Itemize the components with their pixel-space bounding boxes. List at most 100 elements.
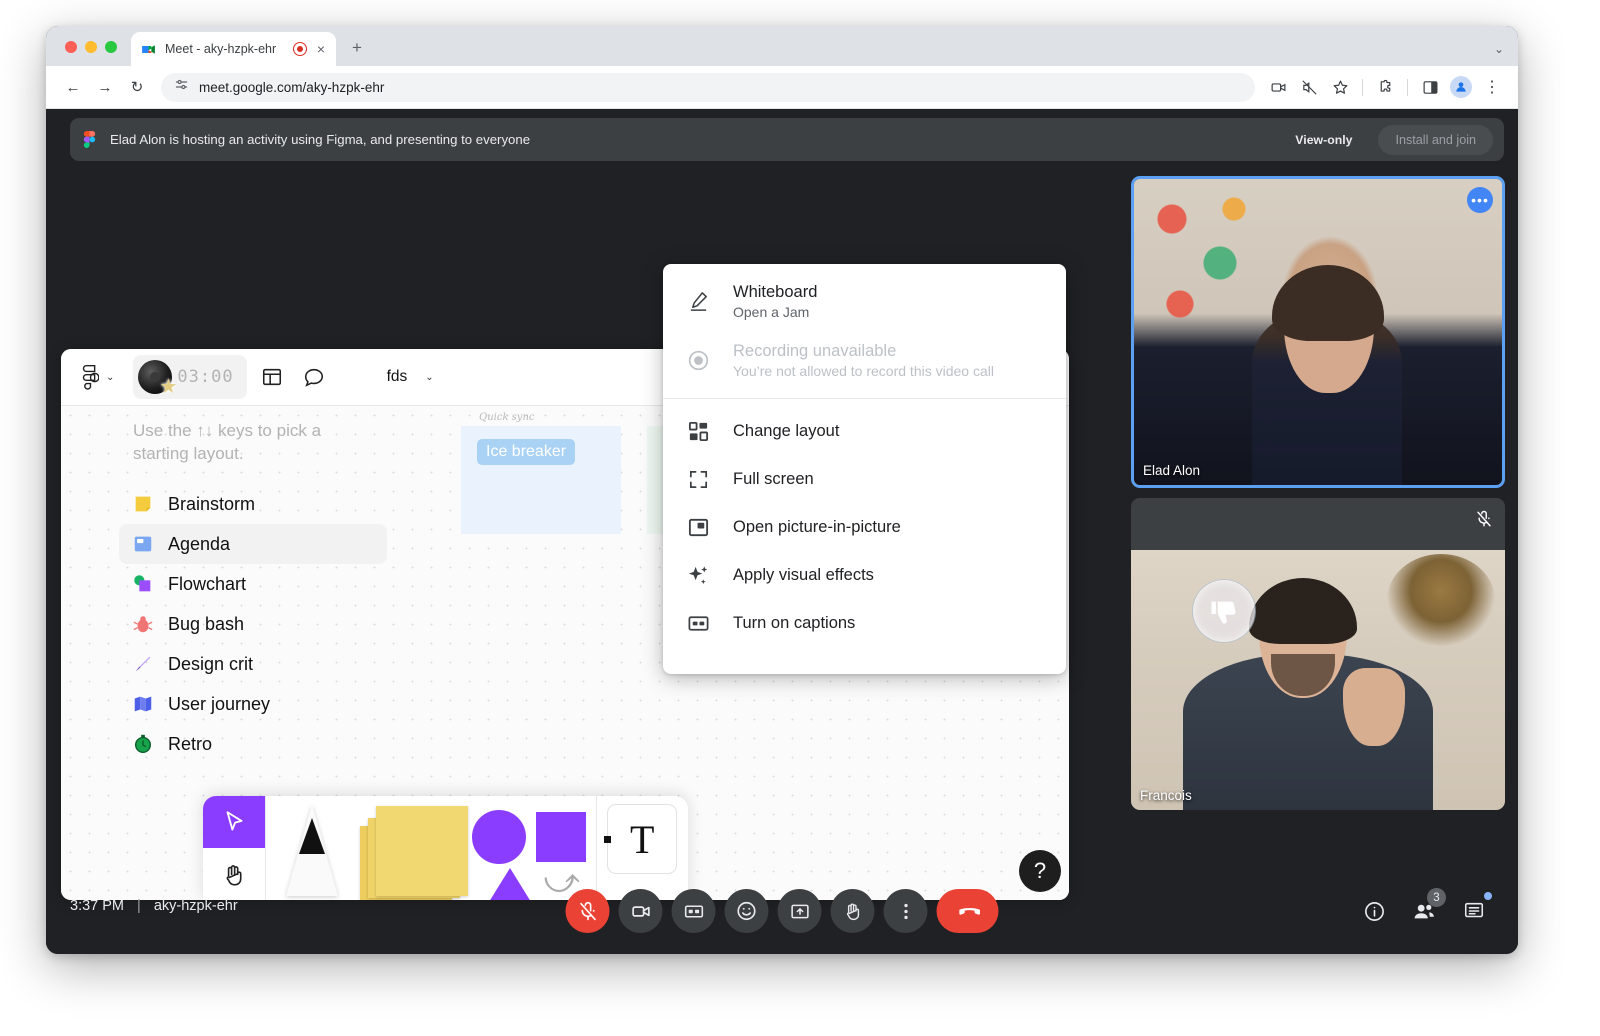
browser-tab-strip: Meet - aky-hzpk-ehr × + ⌄: [46, 26, 1518, 66]
menu-item-title: Full screen: [733, 469, 814, 488]
browser-tab[interactable]: Meet - aky-hzpk-ehr ×: [131, 32, 336, 66]
frame-chip-label: Ice breaker: [477, 439, 576, 465]
menu-item-title: Open picture-in-picture: [733, 517, 901, 536]
camera-icon[interactable]: [1264, 73, 1292, 101]
toolbar-divider-2: [1407, 78, 1408, 96]
toolbar-divider: [1362, 78, 1363, 96]
close-tab-button[interactable]: ×: [315, 42, 327, 56]
minimize-window-button[interactable]: [85, 41, 97, 53]
layout-item-label: Agenda: [168, 533, 231, 554]
menu-item-text: Recording unavailable You’re not allowed…: [733, 342, 994, 379]
layout-item-label: Brainstorm: [168, 493, 256, 514]
figma-file-name[interactable]: fds: [387, 368, 408, 386]
people-button[interactable]: 3: [1402, 888, 1446, 933]
more-menu-icon[interactable]: ⋮: [1478, 73, 1506, 101]
forward-button[interactable]: →: [90, 72, 120, 102]
agenda-board-icon: [132, 533, 154, 555]
menu-item-whiteboard[interactable]: Whiteboard Open a Jam: [663, 272, 1066, 331]
layout-item-agenda[interactable]: Agenda: [119, 524, 387, 564]
new-tab-button[interactable]: +: [346, 38, 368, 58]
video-tile-elad-alon[interactable]: ••• Elad Alon: [1131, 176, 1505, 488]
chat-button[interactable]: [1452, 889, 1496, 933]
layout-item-label: Bug bash: [168, 613, 245, 634]
address-bar[interactable]: meet.google.com/aky-hzpk-ehr: [161, 72, 1255, 102]
layout-item-brainstorm[interactable]: Brainstorm: [119, 484, 387, 524]
side-panel-icon[interactable]: [1416, 73, 1444, 101]
layout-hint-text: Use the ↑↓ keys to pick a starting layou…: [133, 421, 322, 463]
picture-in-picture-icon: [685, 514, 711, 540]
pencil-icon: [685, 289, 711, 315]
menu-item-text: Whiteboard Open a Jam: [733, 283, 817, 320]
bookmark-star-icon[interactable]: [1326, 73, 1354, 101]
call-controls: [565, 889, 999, 933]
menu-item-title: Change layout: [733, 421, 840, 440]
layout-grid-icon[interactable]: [255, 360, 289, 394]
chat-notification-dot: [1484, 892, 1492, 900]
camera-button[interactable]: [618, 889, 663, 933]
sticky-note-icon: [132, 493, 154, 515]
back-button[interactable]: ←: [58, 72, 88, 102]
raise-hand-button[interactable]: [830, 889, 875, 933]
layout-item-flowchart[interactable]: Flowchart: [119, 564, 387, 604]
move-cursor-tool[interactable]: [203, 796, 265, 848]
chevron-down-icon[interactable]: ⌄: [1494, 42, 1504, 56]
more-options-button[interactable]: [883, 889, 928, 933]
menu-item-visual-effects[interactable]: Apply visual effects: [663, 551, 1066, 599]
sparkle-icon: [685, 562, 711, 588]
address-bar-url: meet.google.com/aky-hzpk-ehr: [199, 79, 385, 95]
meet-more-options-menu: Whiteboard Open a Jam Recording unavaila…: [663, 264, 1066, 674]
layout-item-design-crit[interactable]: Design crit: [119, 644, 387, 684]
layout-item-label: User journey: [168, 693, 271, 714]
menu-item-full-screen[interactable]: Full screen: [663, 455, 1066, 503]
comment-bubble-icon[interactable]: [297, 360, 331, 394]
browser-window: Meet - aky-hzpk-ehr × + ⌄ ← → ↻ meet.goo…: [46, 26, 1518, 954]
end-call-button[interactable]: [936, 889, 999, 933]
flowchart-shapes-icon: [132, 573, 154, 595]
activity-banner-text: Elad Alon is hosting an activity using F…: [110, 132, 531, 147]
emoji-reactions-button[interactable]: [724, 889, 769, 933]
microphone-muted-button[interactable]: [565, 889, 610, 933]
participant-hair: [1249, 578, 1357, 644]
layout-item-user-journey[interactable]: User journey: [119, 684, 387, 724]
text-tool[interactable]: T: [597, 796, 689, 874]
menu-item-title: Turn on captions: [733, 613, 856, 632]
mute-site-icon[interactable]: [1295, 73, 1323, 101]
layout-item-label: Retro: [168, 733, 213, 754]
recording-icon: [292, 42, 307, 56]
tune-icon[interactable]: [174, 77, 189, 97]
figma-timer-widget[interactable]: ★ 03:00: [133, 355, 247, 399]
layout-item-retro[interactable]: Retro: [119, 724, 387, 764]
tile-more-options-button[interactable]: •••: [1467, 187, 1493, 213]
window-traffic-lights[interactable]: [46, 41, 117, 66]
participant-name: Francois: [1140, 788, 1192, 803]
record-icon: [685, 348, 711, 374]
video-tile-francois[interactable]: Francois: [1131, 498, 1505, 810]
close-window-button[interactable]: [65, 41, 77, 53]
bug-icon: [132, 613, 154, 635]
install-and-join-button[interactable]: Install and join: [1378, 124, 1493, 155]
menu-item-picture-in-picture[interactable]: Open picture-in-picture: [663, 503, 1066, 551]
present-screen-button[interactable]: [777, 889, 822, 933]
reload-button[interactable]: ↻: [122, 72, 152, 102]
stopwatch-icon: [132, 733, 154, 755]
meeting-details-button[interactable]: [1352, 889, 1396, 933]
layout-item-bug-bash[interactable]: Bug bash: [119, 604, 387, 644]
meeting-code: aky-hzpk-ehr: [153, 898, 238, 914]
extensions-icon[interactable]: [1371, 73, 1399, 101]
menu-item-title: Recording unavailable: [733, 342, 897, 360]
browser-toolbar-icons: ⋮: [1264, 73, 1506, 101]
maximize-window-button[interactable]: [105, 41, 117, 53]
menu-item-captions[interactable]: Turn on captions: [663, 599, 1066, 647]
layout-item-label: Flowchart: [168, 573, 247, 594]
figma-menu-button[interactable]: ⌄: [77, 364, 119, 390]
file-name-chevron-icon[interactable]: ⌄: [425, 372, 433, 383]
participant-hand: [1343, 668, 1405, 746]
menu-item-subtitle: Open a Jam: [733, 304, 810, 320]
captions-button[interactable]: [671, 889, 716, 933]
map-icon: [132, 693, 154, 715]
profile-avatar-icon[interactable]: [1447, 73, 1475, 101]
frame-ice-breaker[interactable]: Ice breaker: [461, 426, 621, 534]
figma-icon: [81, 131, 98, 148]
menu-item-recording: Recording unavailable You’re not allowed…: [663, 331, 1066, 390]
menu-item-change-layout[interactable]: Change layout: [663, 407, 1066, 455]
